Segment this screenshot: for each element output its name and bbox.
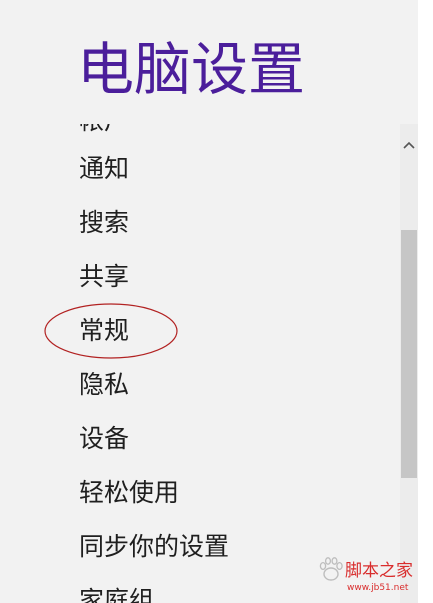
nav-scrollbar[interactable]	[400, 124, 418, 603]
settings-panel: 电脑设置 帐户 通知 搜索 共享 常规 隐私 设备 轻松使用 同步你的设置 家庭…	[0, 0, 418, 603]
nav-item-ease-of-access[interactable]: 轻松使用	[79, 473, 179, 513]
nav-list-viewport: 帐户 通知 搜索 共享 常规 隐私 设备 轻松使用 同步你的设置 家庭组	[0, 124, 400, 603]
scroll-up-button[interactable]	[400, 134, 418, 156]
nav-item-sync-settings[interactable]: 同步你的设置	[79, 527, 229, 567]
nav-item-search[interactable]: 搜索	[79, 203, 129, 243]
nav-item-devices[interactable]: 设备	[79, 419, 129, 459]
nav-item-privacy[interactable]: 隐私	[79, 365, 129, 405]
baidu-paw-logo	[319, 557, 343, 581]
scroll-thumb[interactable]	[401, 230, 417, 478]
nav-item-accounts[interactable]: 帐户	[79, 124, 129, 141]
chevron-up-icon	[403, 141, 415, 149]
nav-item-general[interactable]: 常规	[79, 311, 129, 351]
nav-item-share[interactable]: 共享	[79, 257, 129, 297]
watermark-url: www.jb51.net	[347, 583, 409, 593]
nav-item-notifications[interactable]: 通知	[79, 149, 129, 189]
nav-item-homegroup[interactable]: 家庭组	[79, 581, 154, 603]
watermark-brand: 脚本之家	[345, 561, 413, 581]
page-title: 电脑设置	[77, 37, 305, 103]
